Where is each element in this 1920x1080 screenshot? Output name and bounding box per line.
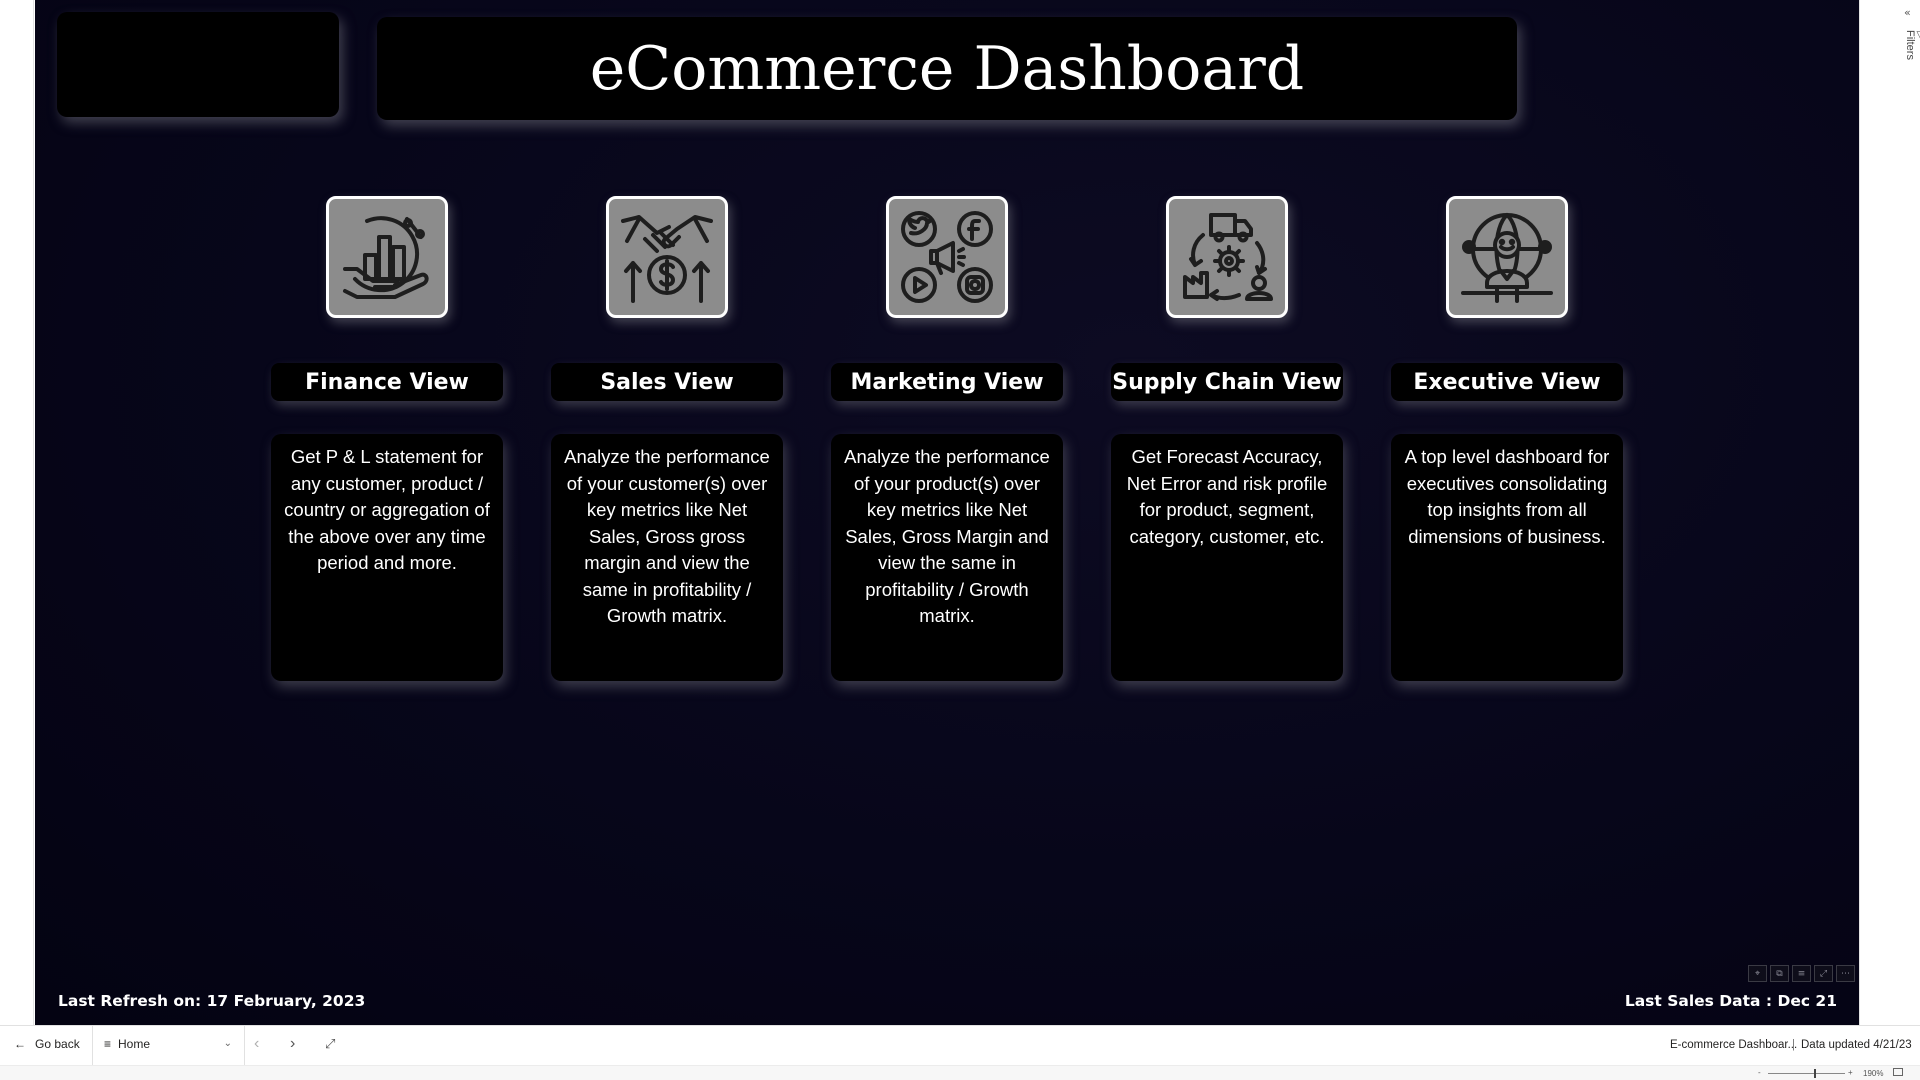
visual-header-icons: ⌖ ⧉ ≡ ⤢ ⋯ — [1748, 965, 1855, 982]
marketing-view-description: Analyze the performance of your product(… — [831, 434, 1063, 681]
divider — [244, 1026, 245, 1066]
pin-icon[interactable]: ⌖ — [1748, 965, 1767, 982]
sales-view-title[interactable]: Sales View — [551, 363, 783, 401]
expand-icon[interactable]: ⤢ — [325, 1036, 335, 1052]
bottom-navigation-bar: ← Go back ≡ Home ⌄ ‹ › ⤢ E-commerce Dash… — [0, 1025, 1920, 1066]
filters-label: Filters — [1904, 30, 1916, 60]
supply-chain-view-button[interactable] — [1166, 196, 1288, 318]
executive-view-button[interactable] — [1446, 196, 1568, 318]
filter-icon[interactable]: ≡ — [1792, 965, 1811, 982]
report-name: E-commerce Dashboar... — [1670, 1039, 1798, 1051]
executive-view-title[interactable]: Executive View — [1391, 363, 1623, 401]
finance-hand-chart-icon — [343, 216, 429, 299]
zoom-level: 190% — [1863, 1069, 1884, 1078]
finance-view-title[interactable]: Finance View — [271, 363, 503, 401]
chevron-down-icon: ⌄ — [223, 1038, 232, 1049]
last-refresh-text: Last Refresh on: 17 February, 2023 — [58, 992, 366, 1010]
zoom-out-button[interactable]: - — [1758, 1068, 1761, 1077]
marketing-view-title[interactable]: Marketing View — [831, 363, 1063, 401]
report-viewer: eCommerce Dashboard Finance View Get P & — [0, 0, 1920, 1080]
logo-placeholder — [57, 12, 339, 117]
sales-view-description: Analyze the performance of your customer… — [551, 434, 783, 681]
data-updated-text: Data updated 4/21/23 — [1792, 1039, 1912, 1051]
supply-chain-view-description: Get Forecast Accuracy, Net Error and ris… — [1111, 434, 1343, 681]
divider — [92, 1026, 93, 1066]
title-banner: eCommerce Dashboard — [377, 17, 1517, 120]
supply-chain-view-title[interactable]: Supply Chain View — [1111, 363, 1343, 401]
copy-icon[interactable]: ⧉ — [1770, 965, 1789, 982]
report-canvas: eCommerce Dashboard Finance View Get P & — [35, 0, 1859, 1025]
arrow-left-icon: ← — [14, 1037, 26, 1051]
left-margin — [0, 0, 34, 1025]
executive-view-description: A top level dashboard for executives con… — [1391, 434, 1623, 681]
next-page-button[interactable]: › — [290, 1035, 295, 1053]
more-options-icon[interactable]: ⋯ — [1836, 965, 1855, 982]
zoom-in-button[interactable]: + — [1848, 1068, 1853, 1077]
marketing-view-button[interactable] — [886, 196, 1008, 318]
go-back-label: Go back — [35, 1037, 80, 1051]
zoom-slider-track[interactable] — [1768, 1073, 1845, 1074]
filters-pane-toggle[interactable]: ▽ Filters — [1904, 30, 1920, 60]
zoom-slider-thumb[interactable] — [1814, 1069, 1816, 1078]
page-navigator-dropdown[interactable]: ≡ Home ⌄ — [104, 1037, 232, 1051]
finance-view-button[interactable] — [326, 196, 448, 318]
fit-to-page-icon[interactable] — [1893, 1068, 1903, 1076]
funnel-icon: ▽ — [1916, 30, 1920, 40]
supply-chain-cycle-icon — [1183, 213, 1273, 301]
last-sales-data-text: Last Sales Data : Dec 21 — [1624, 992, 1837, 1010]
zoom-bar: - + 190% — [0, 1065, 1920, 1080]
filters-pane[interactable]: « ▽ Filters — [1859, 0, 1920, 1025]
go-back-button[interactable]: ← Go back — [14, 1037, 80, 1051]
collapse-pane-icon[interactable]: « — [1904, 6, 1911, 19]
social-media-megaphone-icon — [901, 211, 993, 303]
handshake-dollar-icon — [621, 215, 713, 303]
current-page-label: Home — [118, 1037, 151, 1051]
focus-mode-icon[interactable]: ⤢ — [1814, 965, 1833, 982]
page-list-icon: ≡ — [104, 1037, 112, 1051]
page-title: eCommerce Dashboard — [589, 33, 1305, 104]
previous-page-button[interactable]: ‹ — [254, 1035, 259, 1053]
executive-globe-person-icon — [1461, 213, 1553, 303]
finance-view-description: Get P & L statement for any customer, pr… — [271, 434, 503, 681]
sales-view-button[interactable] — [606, 196, 728, 318]
